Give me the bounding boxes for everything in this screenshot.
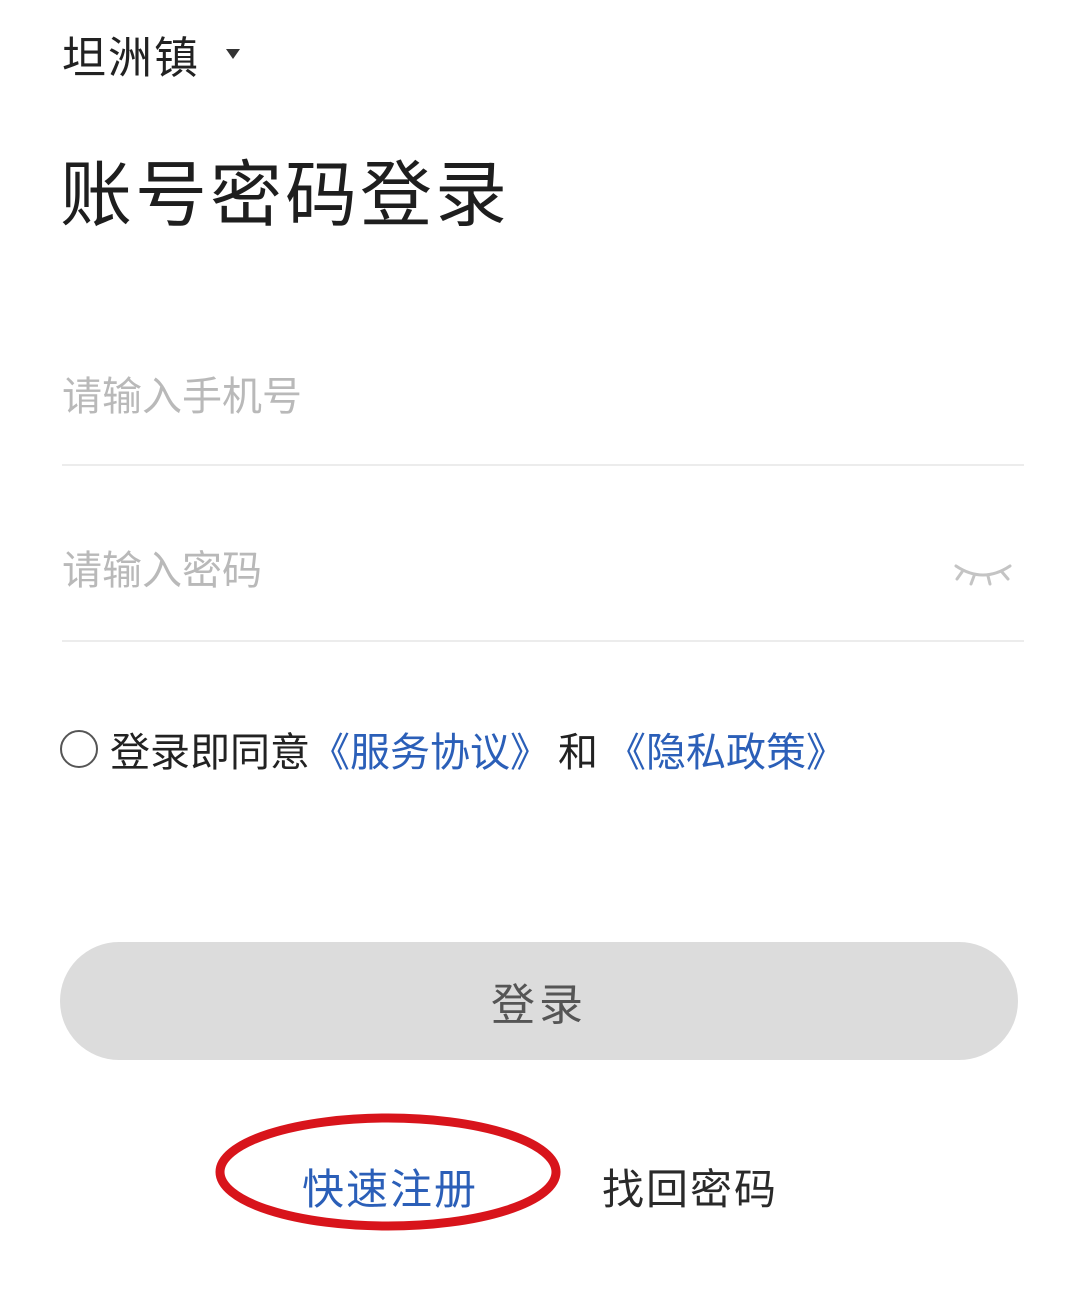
login-button[interactable]: 登录: [60, 942, 1018, 1060]
page-title: 账号密码登录: [60, 153, 511, 237]
agree-radio[interactable]: [60, 730, 98, 768]
region-name: 坦洲镇: [62, 33, 200, 84]
phone-field: [62, 350, 1024, 466]
login-button-label: 登录: [491, 980, 587, 1031]
password-input[interactable]: [62, 536, 922, 606]
eye-closed-icon[interactable]: [952, 558, 1014, 592]
privacy-policy-link[interactable]: 《隐私政策》: [606, 720, 846, 778]
password-field: [62, 524, 1024, 642]
caret-down-icon: [226, 49, 240, 59]
agreement-and: 和: [558, 730, 598, 776]
service-agreement-link[interactable]: 《服务协议》: [310, 720, 550, 778]
phone-input[interactable]: [62, 362, 922, 432]
quick-register-link[interactable]: 快速注册: [302, 1156, 478, 1217]
agreement-row: 登录即同意 《服务协议》 和 《隐私政策》: [60, 720, 846, 778]
forgot-password-link[interactable]: 找回密码: [602, 1156, 778, 1217]
agreement-text: 登录即同意: [110, 730, 310, 776]
region-selector[interactable]: 坦洲镇: [62, 22, 240, 86]
login-page: 坦洲镇 账号密码登录 登录即同意 《服务协议》 和 《隐私政策》 登录 快速注册…: [0, 0, 1080, 1306]
